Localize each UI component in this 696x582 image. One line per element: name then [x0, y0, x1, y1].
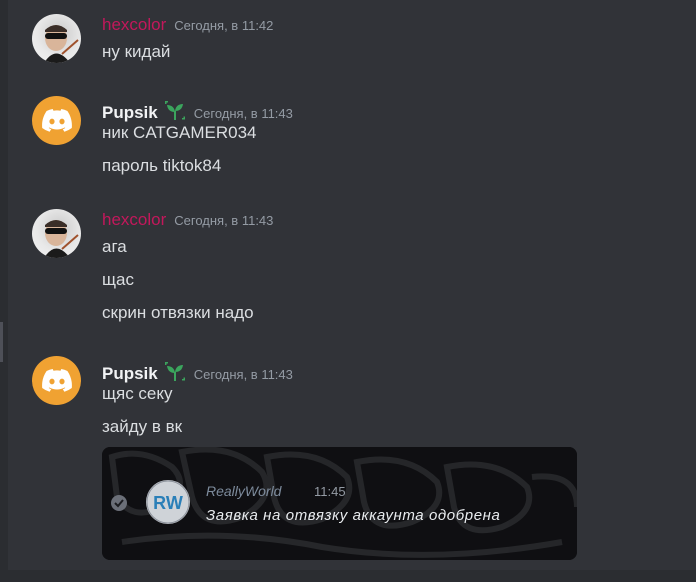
- user-photo-icon: [44, 25, 79, 63]
- reallyworld-logo-icon: RW: [146, 480, 190, 524]
- message-text: щас: [102, 270, 134, 289]
- discord-logo-icon: [41, 109, 72, 132]
- avatar[interactable]: [32, 14, 81, 63]
- message-text: скрин отвязки надо: [102, 303, 254, 322]
- discord-logo-icon: [41, 369, 72, 392]
- left-edge: [0, 0, 8, 582]
- timestamp[interactable]: Сегодня, в 11:43: [194, 367, 293, 382]
- message-text: пароль tiktok84: [102, 156, 222, 175]
- username[interactable]: Pupsik: [102, 103, 158, 123]
- bottom-strip: [0, 570, 696, 582]
- message-header: Pupsik Сегодня, в 11:43: [102, 357, 293, 384]
- sprout-badge-icon[interactable]: [164, 100, 186, 122]
- check-circle-icon: [111, 495, 127, 511]
- sender-name: ReallyWorld: [206, 483, 282, 499]
- image-attachment[interactable]: RW ReallyWorld 11:45 Заявка на отвязку а…: [102, 447, 577, 560]
- username[interactable]: Pupsik: [102, 364, 158, 384]
- user-photo-icon: [44, 220, 79, 258]
- avatar[interactable]: [32, 96, 81, 145]
- sender-time: 11:45: [314, 484, 346, 499]
- message-text: зайду в вк: [102, 417, 183, 436]
- message-text: ага: [102, 237, 127, 256]
- message-header: hexcolor Сегодня, в 11:42: [102, 15, 273, 35]
- scroll-indicator: [0, 322, 3, 362]
- username[interactable]: hexcolor: [102, 15, 166, 35]
- timestamp[interactable]: Сегодня, в 11:43: [194, 106, 293, 121]
- timestamp[interactable]: Сегодня, в 11:42: [174, 18, 273, 33]
- message-text: ник CATGAMER034: [102, 123, 257, 142]
- attachment-content: RW ReallyWorld 11:45 Заявка на отвязку а…: [102, 447, 577, 560]
- message-header: hexcolor Сегодня, в 11:43: [102, 210, 273, 230]
- avatar[interactable]: [32, 356, 81, 405]
- username[interactable]: hexcolor: [102, 210, 166, 230]
- message-text: щяс секу: [102, 384, 173, 403]
- message-text: ну кидай: [102, 42, 171, 61]
- sprout-badge-icon[interactable]: [164, 361, 186, 383]
- attachment-message: Заявка на отвязку аккаунта одобрена: [206, 507, 501, 524]
- timestamp[interactable]: Сегодня, в 11:43: [174, 213, 273, 228]
- logo-text: RW: [153, 493, 183, 513]
- avatar[interactable]: [32, 209, 81, 258]
- message-header: Pupsik Сегодня, в 11:43: [102, 96, 293, 123]
